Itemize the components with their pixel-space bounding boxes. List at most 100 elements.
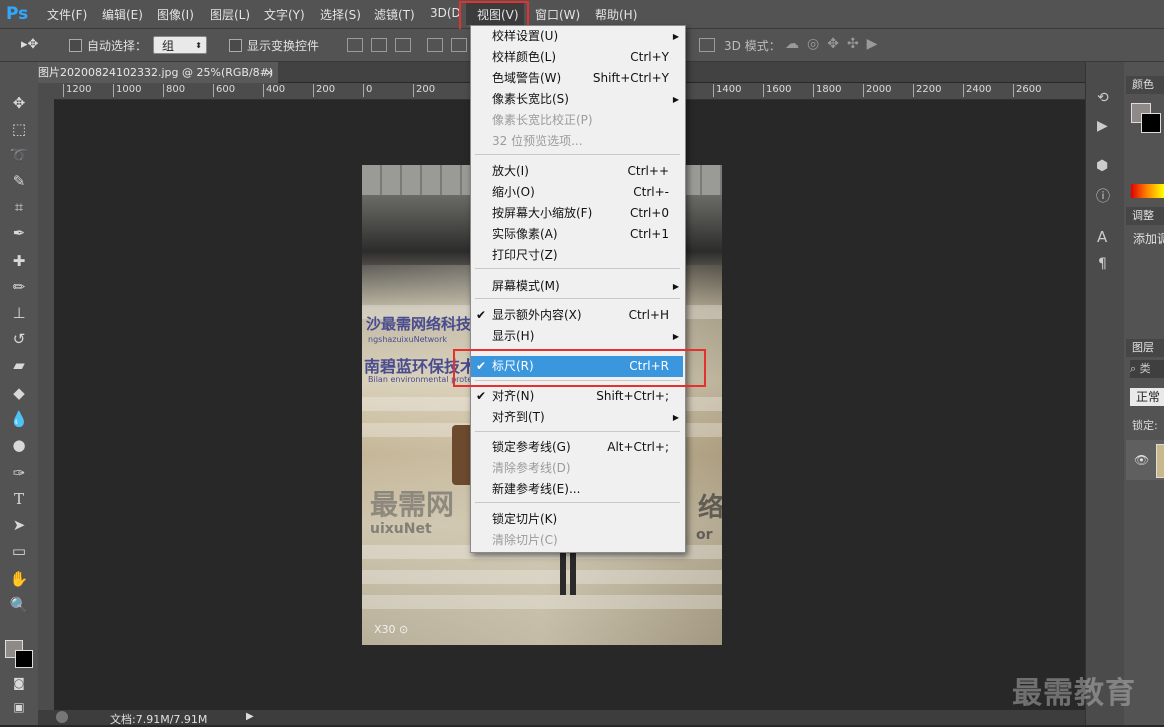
align-hcenter-icon[interactable] xyxy=(451,38,467,52)
blend-mode-select[interactable]: 正常 xyxy=(1130,388,1164,406)
move-tool-icon[interactable]: ▸✥ xyxy=(21,37,38,52)
align-vcenter-icon[interactable] xyxy=(371,38,387,52)
view-menu-item-label: 锁定切片(K) xyxy=(492,512,558,526)
paint-bucket-tool-icon[interactable]: ◆ xyxy=(9,384,29,402)
view-menu-item-label: 打印尺寸(Z) xyxy=(492,248,558,262)
3d-panel-icon[interactable]: ⬢ xyxy=(1096,158,1108,174)
align-top-icon[interactable] xyxy=(347,38,363,52)
document-tab[interactable]: 图片20200824102332.jpg @ 25%(RGB/8#) × xyxy=(38,62,278,83)
layer-row[interactable]: 👁 xyxy=(1126,440,1164,480)
marquee-tool-icon[interactable]: ⬚ xyxy=(9,120,29,138)
view-menu-item[interactable]: ✔ 对齐(N) Shift+Ctrl+; xyxy=(471,386,683,407)
eraser-tool-icon[interactable]: ▰ xyxy=(9,356,29,374)
dodge-tool-icon[interactable]: ● xyxy=(9,436,29,454)
view-menu-item[interactable]: 缩小(O) Ctrl+- xyxy=(471,182,683,203)
submenu-arrow-icon: ▶ xyxy=(672,32,679,41)
ruler-tick: 1000 xyxy=(113,84,141,97)
panel-bg-swatch[interactable] xyxy=(1141,113,1161,133)
ruler-tick: 800 xyxy=(163,84,185,97)
healing-tool-icon[interactable]: ✚ xyxy=(9,252,29,270)
adjustments-panel-tab[interactable]: 调整 xyxy=(1126,207,1164,225)
3d-mode-icons[interactable]: ☁◎✥✣▶ xyxy=(785,36,885,52)
menu-window[interactable]: 窗口(W) xyxy=(535,6,580,23)
move-tool-icon[interactable]: ✥ xyxy=(9,94,29,112)
view-menu-item[interactable]: 打印尺寸(Z) xyxy=(471,245,683,266)
path-select-tool-icon[interactable]: ➤ xyxy=(9,516,29,534)
sign-lower-3: 络 xyxy=(698,493,722,523)
rectangle-tool-icon[interactable]: ▭ xyxy=(9,542,29,560)
auto-select-checkbox[interactable] xyxy=(69,39,82,52)
view-menu-item[interactable]: 屏幕模式(M) ▶ xyxy=(471,276,683,297)
view-menu-item[interactable]: 像素长宽比(S) ▶ xyxy=(471,89,683,110)
paragraph-panel-icon[interactable]: ¶ xyxy=(1098,256,1107,272)
view-menu-item[interactable]: 放大(I) Ctrl++ xyxy=(471,161,683,182)
sign-lower-1: 最需网 xyxy=(370,488,455,521)
quick-mask-icon[interactable]: ◙ xyxy=(9,674,29,692)
view-menu-item[interactable]: 按屏幕大小缩放(F) Ctrl+0 xyxy=(471,203,683,224)
view-menu-item[interactable]: 新建参考线(E)... xyxy=(471,479,683,500)
sign-company-1: 沙最需网络科技 xyxy=(366,315,472,333)
ruler-tick: 2000 xyxy=(863,84,891,97)
blur-tool-icon[interactable]: 💧 xyxy=(9,410,29,428)
color-ramp[interactable] xyxy=(1131,184,1164,198)
view-menu-item[interactable]: 校样颜色(L) Ctrl+Y xyxy=(471,47,683,68)
view-menu-item[interactable]: 对齐到(T) ▶ xyxy=(471,407,683,428)
history-brush-tool-icon[interactable]: ↺ xyxy=(9,330,29,348)
background-color-swatch[interactable] xyxy=(15,650,33,668)
color-panel-tab[interactable]: 颜色 xyxy=(1126,76,1164,94)
status-menu-icon[interactable] xyxy=(56,711,68,723)
pen-tool-icon[interactable]: ✑ xyxy=(9,464,29,482)
zoom-tool-icon[interactable]: 🔍 xyxy=(9,596,29,614)
eyedropper-tool-icon[interactable]: ✒ xyxy=(9,224,29,242)
view-menu-item-label: 缩小(O) xyxy=(492,185,535,199)
menu-filter[interactable]: 滤镜(T) xyxy=(374,6,415,23)
menu-layer[interactable]: 图层(L) xyxy=(210,6,250,23)
view-menu-item[interactable]: 校样设置(U) ▶ xyxy=(471,26,683,47)
status-arrow-icon[interactable]: ▶ xyxy=(246,711,254,722)
lasso-tool-icon[interactable]: ➰ xyxy=(9,146,29,164)
show-transform-checkbox[interactable] xyxy=(229,39,242,52)
view-menu-item-shortcut: Ctrl+H xyxy=(628,308,669,322)
view-menu-item[interactable]: 锁定切片(K) xyxy=(471,509,683,530)
menu-select[interactable]: 选择(S) xyxy=(320,6,361,23)
menu-separator xyxy=(475,268,680,269)
actions-panel-icon[interactable]: ▶ xyxy=(1097,118,1108,134)
menu-image[interactable]: 图像(I) xyxy=(157,6,194,23)
info-panel-icon[interactable]: ⓘ xyxy=(1096,186,1110,206)
align-bottom-icon[interactable] xyxy=(395,38,411,52)
menu-edit[interactable]: 编辑(E) xyxy=(102,6,143,23)
screen-mode-icon[interactable]: ▣ xyxy=(9,698,29,716)
view-menu-item[interactable]: 锁定参考线(G) Alt+Ctrl+; xyxy=(471,437,683,458)
brush-tool-icon[interactable]: ✏ xyxy=(9,278,29,296)
menu-help[interactable]: 帮助(H) xyxy=(595,6,637,23)
eye-icon[interactable]: 👁 xyxy=(1134,453,1149,467)
hand-tool-icon[interactable]: ✋ xyxy=(9,570,29,588)
ruler-origin-corner[interactable] xyxy=(38,83,56,99)
view-menu-item-label: 对齐(N) xyxy=(492,389,535,403)
ruler-tick: 1400 xyxy=(713,84,741,97)
stamp-tool-icon[interactable]: ⊥ xyxy=(9,304,29,322)
history-panel-icon[interactable]: ⟲ xyxy=(1097,90,1109,106)
close-tab-icon[interactable]: × xyxy=(265,62,274,83)
auto-align-icon[interactable] xyxy=(699,38,715,52)
view-menu-item: 清除参考线(D) xyxy=(471,458,683,479)
type-tool-icon[interactable]: T xyxy=(9,490,29,508)
layers-filter-kind: 类 xyxy=(1139,362,1151,375)
view-menu-item[interactable]: 色域警告(W) Shift+Ctrl+Y xyxy=(471,68,683,89)
search-icon: ⌕ xyxy=(1130,362,1137,375)
align-left-icon[interactable] xyxy=(427,38,443,52)
view-menu-item[interactable]: ✔ 显示额外内容(X) Ctrl+H xyxy=(471,305,683,326)
character-panel-icon[interactable]: A xyxy=(1097,228,1107,246)
view-menu-item[interactable]: 显示(H) ▶ xyxy=(471,326,683,347)
menu-file[interactable]: 文件(F) xyxy=(47,6,87,23)
auto-select-dropdown[interactable]: 组 ⬍ xyxy=(153,36,207,54)
vertical-ruler[interactable] xyxy=(38,99,54,710)
layers-panel-tab[interactable]: 图层 xyxy=(1126,339,1164,357)
view-menu-item-shortcut: Ctrl+- xyxy=(633,185,669,199)
menu-3d[interactable]: 3D(D) xyxy=(430,6,460,20)
menu-type[interactable]: 文字(Y) xyxy=(264,6,305,23)
layers-filter[interactable]: ⌕ 类 xyxy=(1130,360,1164,378)
quick-select-tool-icon[interactable]: ✎ xyxy=(9,172,29,190)
view-menu-item[interactable]: 实际像素(A) Ctrl+1 xyxy=(471,224,683,245)
crop-tool-icon[interactable]: ⌗ xyxy=(9,198,29,216)
